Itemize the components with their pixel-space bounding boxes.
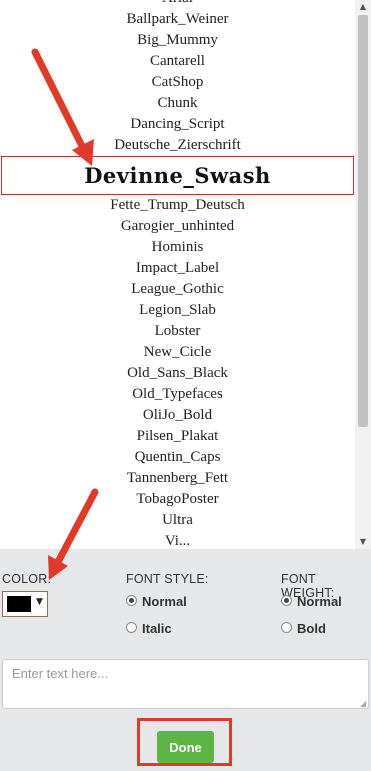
resize-grip-icon[interactable]: ◢ (360, 700, 368, 708)
font-item[interactable]: Legion_Slab (0, 300, 355, 321)
scroll-down-icon[interactable]: ▼ (355, 535, 371, 549)
color-label: COLOR: (2, 572, 52, 586)
font-list[interactable]: ArialBallpark_WeinerBig_MummyCantarellCa… (0, 0, 371, 549)
color-swatch (7, 596, 31, 612)
font-item[interactable]: League_Gothic (0, 279, 355, 300)
font-item[interactable]: Big_Mummy (0, 30, 355, 51)
font-item[interactable]: New_Cicle (0, 342, 355, 363)
font-item[interactable]: Dancing_Script (0, 114, 355, 135)
font-item[interactable]: Ultra (0, 510, 355, 531)
font-style-normal-radio[interactable] (126, 595, 137, 606)
font-item[interactable]: Fette_Trump_Deutsch (0, 195, 355, 216)
font-weight-normal-label: Normal (297, 594, 342, 609)
font-item[interactable]: TobagoPoster (0, 489, 355, 510)
font-item[interactable]: Vi... (0, 531, 355, 549)
font-item[interactable]: Old_Sans_Black (0, 363, 355, 384)
font-item[interactable]: Lobster (0, 321, 355, 342)
font-item[interactable]: Pilsen_Plakat (0, 426, 355, 447)
font-style-label: FONT STYLE: (126, 572, 209, 586)
font-style-italic-label: Italic (142, 621, 172, 636)
scrollbar-thumb[interactable] (358, 15, 368, 427)
done-button[interactable]: Done (157, 731, 214, 763)
font-style-normal-label: Normal (142, 594, 187, 609)
font-item[interactable]: Ballpark_Weiner (0, 9, 355, 30)
text-options-panel: COLOR: ▼ FONT STYLE: Normal Italic FONT … (0, 549, 371, 771)
font-item[interactable]: Arial (0, 0, 355, 9)
font-item[interactable]: Quentin_Caps (0, 447, 355, 468)
font-item-selected[interactable]: Devinne_Swash (1, 156, 354, 195)
font-items: ArialBallpark_WeinerBig_MummyCantarellCa… (0, 0, 355, 549)
color-picker[interactable]: ▼ (2, 591, 48, 617)
font-item[interactable]: Chunk (0, 93, 355, 114)
font-item[interactable]: Tannenberg_Fett (0, 468, 355, 489)
font-list-scrollbar[interactable]: ▲ ▼ (355, 0, 371, 549)
font-item[interactable]: Cantarell (0, 51, 355, 72)
font-weight-bold-label: Bold (297, 621, 326, 636)
font-item[interactable]: Deutsche_Zierschrift (0, 135, 355, 156)
scroll-up-icon[interactable]: ▲ (355, 0, 371, 14)
font-item[interactable]: Impact_Label (0, 258, 355, 279)
font-item[interactable]: Old_Typefaces (0, 384, 355, 405)
font-weight-normal-radio[interactable] (281, 595, 292, 606)
font-style-italic-radio[interactable] (126, 622, 137, 633)
font-item[interactable]: OliJo_Bold (0, 405, 355, 426)
font-weight-bold-radio[interactable] (281, 622, 292, 633)
font-item[interactable]: Hominis (0, 237, 355, 258)
font-item[interactable]: CatShop (0, 72, 355, 93)
font-item[interactable]: Garogier_unhinted (0, 216, 355, 237)
caret-down-icon: ▼ (36, 597, 43, 607)
text-input[interactable] (2, 659, 369, 709)
